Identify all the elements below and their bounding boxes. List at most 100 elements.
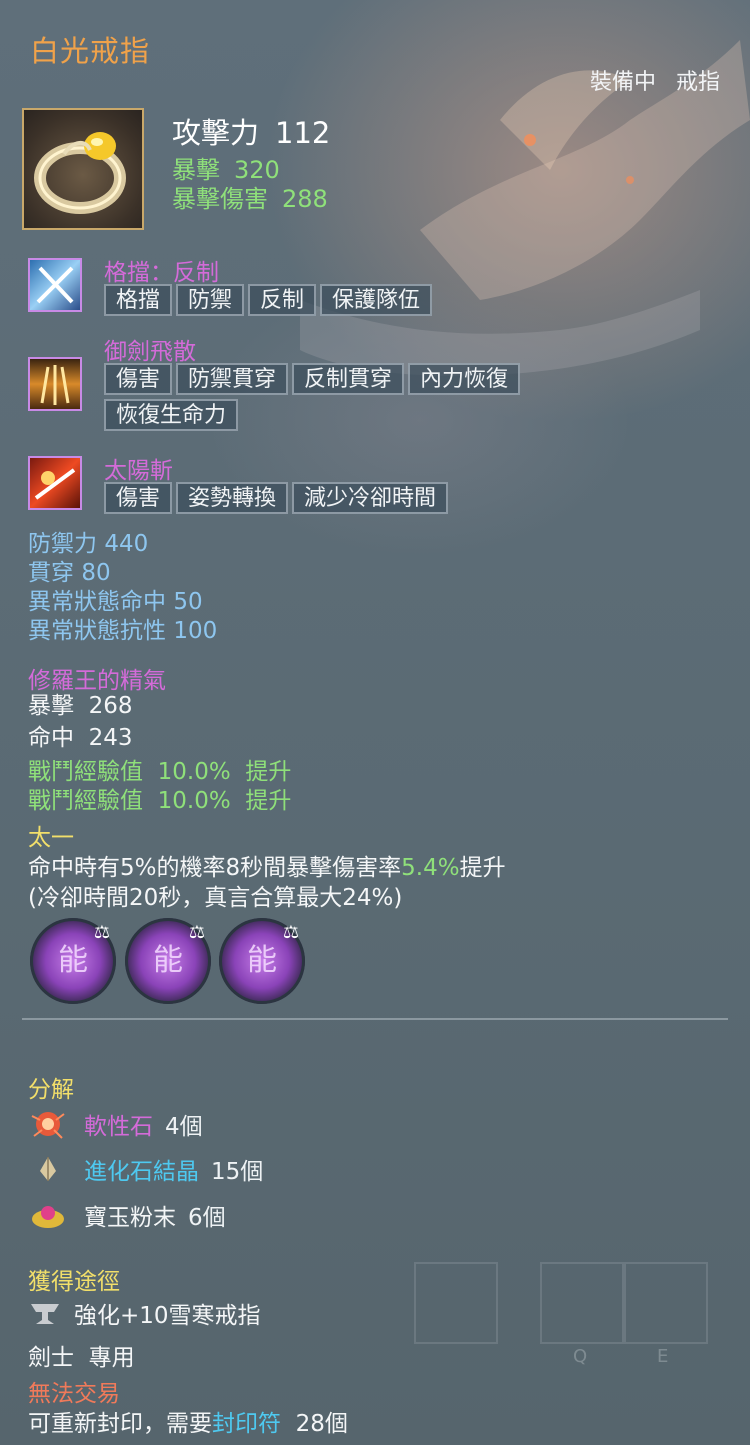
acquire-source[interactable]: 強化+10雪寒戒指 <box>28 1296 261 1330</box>
flying-swords-icon <box>40 365 70 405</box>
stat-value: 80 <box>81 560 111 586</box>
skill-tag: 反制貫穿 <box>292 363 405 395</box>
material-name: 寶玉粉末 <box>84 1205 176 1231</box>
ring-item-icon[interactable] <box>22 108 144 230</box>
sun-slash-icon <box>34 468 76 500</box>
stat-value: 100 <box>173 618 218 644</box>
skill-tag: 傷害 <box>104 363 173 395</box>
equip-status: 裝備中 戒指 <box>590 64 720 96</box>
skill-tags-2: 傷害 防禦貫穿 反制貫穿 內力恢復 恢復生命力 <box>104 363 584 431</box>
stat-label: 防禦力 <box>28 531 97 557</box>
skill-tag: 減少冷卻時間 <box>292 482 449 514</box>
crit-dmg-stat: 暴擊傷害 288 <box>172 179 328 214</box>
material-count: 6個 <box>188 1205 226 1231</box>
anvil-icon <box>31 1304 59 1324</box>
crit-dmg-value: 288 <box>282 185 328 213</box>
skill-tag: 恢復生命力 <box>104 399 239 431</box>
ring-icon <box>34 132 126 214</box>
decompose-item[interactable]: 進化石結晶 15個 <box>28 1149 263 1189</box>
stat-value: 440 <box>104 531 149 557</box>
skill-tags-1: 格擋 防禦 反制 保護隊伍 <box>104 284 584 316</box>
skill-tag: 姿勢轉換 <box>176 482 289 514</box>
hotkey-slot <box>624 1262 708 1344</box>
skill-name-3: 太陽斬 <box>104 458 173 484</box>
skill-icon-block-counter[interactable] <box>28 258 82 312</box>
reseal-info: 可重新封印，需要封印符 28個 <box>28 1404 348 1438</box>
scale-icon: ⚖ <box>93 922 110 943</box>
attack-label: 攻擊力 <box>172 116 260 150</box>
material-count: 15個 <box>211 1159 264 1185</box>
skill-tag: 傷害 <box>104 482 173 514</box>
hotkey-e-label: E <box>657 1346 669 1367</box>
exp-value: 10.0% <box>157 788 231 814</box>
skill-tag: 內力恢復 <box>408 363 521 395</box>
skill-name-1: 格擋：反制 <box>104 260 219 286</box>
stat-label: 異常狀態抗性 <box>28 618 166 644</box>
stat-value: 268 <box>88 693 133 719</box>
skill-name-2: 御劍飛散 <box>104 339 196 365</box>
skill-tag: 反制 <box>248 284 317 316</box>
hotkey-slot <box>414 1262 498 1344</box>
gem-slot[interactable]: 能 ⚖ <box>125 918 211 1004</box>
effect-title: 太一 <box>28 825 74 851</box>
gem-slot[interactable]: 能 ⚖ <box>30 918 116 1004</box>
acquire-title: 獲得途徑 <box>28 1269 120 1295</box>
skill-tag: 保護隊伍 <box>320 284 433 316</box>
jade-powder-icon <box>32 1206 64 1228</box>
attack-value: 112 <box>275 116 331 150</box>
sub-stat-row: 貫穿 80 <box>28 559 217 588</box>
exp-line: 戰鬥經驗值 10.0% 提升 <box>28 787 291 816</box>
hotkey-slot <box>540 1262 624 1344</box>
sub-stat-row: 異常狀態命中 50 <box>28 588 217 617</box>
reseal-text: 可重新封印，需要 <box>28 1411 212 1437</box>
exp-bonus-lines: 戰鬥經驗值 10.0% 提升 戰鬥經驗值 10.0% 提升 <box>28 758 291 816</box>
stat-label: 暴擊 <box>28 693 74 719</box>
stat-label: 貫穿 <box>28 560 74 586</box>
attack-stat: 攻擊力 112 <box>172 110 330 152</box>
section-divider <box>22 1018 728 1020</box>
effect-line-2: (冷卻時間20秒，真言合算最大24%) <box>28 885 403 911</box>
sub-stats: 防禦力 440 貫穿 80 異常狀態命中 50 異常狀態抗性 100 <box>28 530 217 646</box>
stat-label: 異常狀態命中 <box>28 589 166 615</box>
class-exclusive: 專用 <box>88 1345 135 1371</box>
bonus-stat-row: 命中 243 <box>28 722 133 754</box>
material-name: 進化石結晶 <box>84 1159 199 1185</box>
equip-slot-label: 戒指 <box>675 70 720 95</box>
crit-dmg-label: 暴擊傷害 <box>172 185 268 213</box>
stat-label: 命中 <box>28 725 74 751</box>
sub-stat-row: 異常狀態抗性 100 <box>28 617 217 646</box>
bonus-stats: 暴擊 268 命中 243 <box>28 690 133 754</box>
reseal-item: 封印符 <box>212 1411 281 1437</box>
material-count: 4個 <box>165 1114 203 1140</box>
exp-value: 10.0% <box>157 759 231 785</box>
decompose-title: 分解 <box>28 1077 74 1103</box>
decompose-item[interactable]: 軟性石 4個 <box>28 1104 203 1144</box>
stat-value: 50 <box>173 589 203 615</box>
sub-stat-row: 防禦力 440 <box>28 530 217 559</box>
skill-tag: 防禦貫穿 <box>176 363 289 395</box>
material-name: 軟性石 <box>84 1114 153 1140</box>
skill-tag: 格擋 <box>104 284 173 316</box>
decompose-item[interactable]: 寶玉粉末 6個 <box>28 1195 226 1235</box>
exp-suffix: 提升 <box>245 759 292 785</box>
exp-suffix: 提升 <box>245 788 292 814</box>
reseal-count: 28個 <box>295 1411 348 1437</box>
exp-label: 戰鬥經驗值 <box>28 788 143 814</box>
stat-value: 243 <box>88 725 133 751</box>
exp-label: 戰鬥經驗值 <box>28 759 143 785</box>
hotkey-q-label: Q <box>573 1346 588 1367</box>
crossed-swords-icon <box>36 266 74 304</box>
soft-stone-icon <box>31 1112 65 1139</box>
effect-line-1: 命中時有5%的機率8秒間暴擊傷害率5.4%提升 <box>28 848 506 882</box>
effect-value: 5.4% <box>401 855 460 881</box>
evolution-crystal-icon <box>40 1157 56 1181</box>
scale-icon: ⚖ <box>282 922 299 943</box>
class-name: 劍士 <box>28 1345 74 1371</box>
skill-icon-flying-swords[interactable] <box>28 357 82 411</box>
effect-text-suffix: 提升 <box>459 855 506 881</box>
item-title: 白光戒指 <box>30 34 151 68</box>
gem-slot[interactable]: 能 ⚖ <box>219 918 305 1004</box>
scale-icon: ⚖ <box>188 922 205 943</box>
skill-icon-sun-slash[interactable] <box>28 456 82 510</box>
skill-tag: 防禦 <box>176 284 245 316</box>
